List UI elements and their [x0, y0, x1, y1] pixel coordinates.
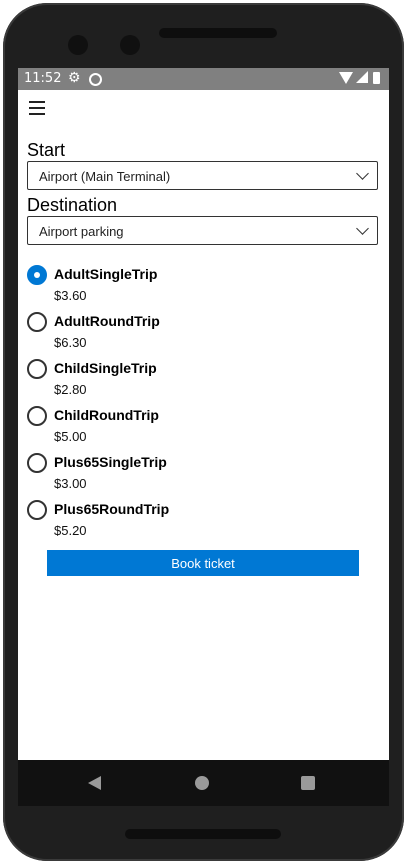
radio-button[interactable]: [27, 406, 47, 426]
ticket-option[interactable]: AdultRoundTrip $6.30: [27, 312, 367, 356]
back-icon[interactable]: [88, 776, 101, 790]
ticket-name: AdultSingleTrip: [54, 266, 158, 282]
ticket-name: Plus65RoundTrip: [54, 501, 170, 517]
ticket-price: $5.00: [54, 429, 87, 444]
top-speaker: [159, 28, 277, 38]
app-screen: 11:52 ⚙ Start Airport (Main Terminal) De…: [18, 68, 389, 760]
destination-select[interactable]: Airport parking: [27, 216, 378, 245]
destination-select-value: Airport parking: [39, 224, 124, 239]
signal-icon: [356, 71, 368, 83]
ticket-option[interactable]: ChildRoundTrip $5.00: [27, 406, 367, 450]
radio-button[interactable]: [27, 312, 47, 332]
ticket-name: ChildRoundTrip: [54, 407, 159, 423]
front-sensor: [120, 35, 140, 55]
ticket-name: AdultRoundTrip: [54, 313, 160, 329]
ticket-option[interactable]: AdultSingleTrip $3.60: [27, 265, 367, 309]
status-bar: 11:52 ⚙: [18, 68, 389, 90]
ticket-option[interactable]: Plus65RoundTrip $5.20: [27, 500, 367, 544]
ticket-option[interactable]: Plus65SingleTrip $3.00: [27, 453, 367, 497]
ticket-price: $3.60: [54, 288, 87, 303]
ticket-price: $6.30: [54, 335, 87, 350]
radio-button[interactable]: [27, 500, 47, 520]
wifi-icon: [339, 72, 353, 84]
battery-icon: [373, 72, 380, 84]
sync-icon: [89, 73, 102, 86]
start-select-value: Airport (Main Terminal): [39, 169, 171, 184]
recents-icon[interactable]: [301, 776, 315, 790]
bottom-speaker: [125, 829, 281, 839]
radio-button[interactable]: [27, 265, 47, 285]
destination-label: Destination: [27, 195, 118, 215]
ticket-price: $3.00: [54, 476, 87, 491]
status-time: 11:52: [24, 71, 62, 86]
ticket-name: ChildSingleTrip: [54, 360, 157, 376]
ticket-price: $2.80: [54, 382, 87, 397]
system-nav-bar: [18, 760, 389, 806]
start-label: Start: [27, 140, 66, 160]
radio-button[interactable]: [27, 359, 47, 379]
home-icon[interactable]: [195, 776, 209, 790]
chevron-down-icon: [356, 222, 369, 235]
ticket-price: $5.20: [54, 523, 87, 538]
gear-icon: ⚙: [68, 69, 81, 85]
chevron-down-icon: [356, 167, 369, 180]
book-ticket-button[interactable]: Book ticket: [47, 550, 359, 576]
start-select[interactable]: Airport (Main Terminal): [27, 161, 378, 190]
radio-button[interactable]: [27, 453, 47, 473]
front-camera: [68, 35, 88, 55]
ticket-name: Plus65SingleTrip: [54, 454, 167, 470]
ticket-option[interactable]: ChildSingleTrip $2.80: [27, 359, 367, 403]
menu-icon[interactable]: [29, 101, 45, 115]
